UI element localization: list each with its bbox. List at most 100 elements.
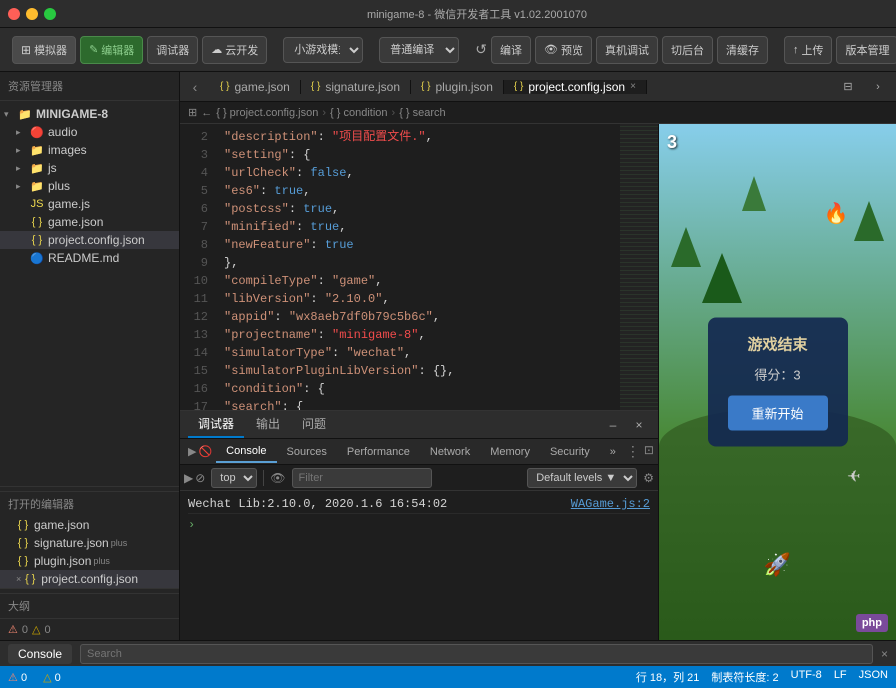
bc-back[interactable]: ← [201,107,212,119]
panel-tab-output[interactable]: 输出 [246,411,290,438]
console-run-icon[interactable]: ▶ [184,471,193,485]
open-editor-projectconfig[interactable]: × { } project.config.json [0,570,179,588]
compile-mode-select[interactable]: 普通编译 [379,37,459,63]
encoding-info[interactable]: UTF-8 [791,669,822,685]
dt-memory[interactable]: Memory [480,442,540,462]
tab-close-icon[interactable]: × [630,81,636,92]
tab-arrows[interactable]: ‹ [180,79,210,95]
bc-part3[interactable]: { } search [399,107,445,119]
restart-button[interactable]: 重新开始 [728,396,828,431]
more-tabs-icon[interactable]: › [864,73,892,101]
real-debug-button[interactable]: 真机调试 [596,36,658,64]
sidebar-item-readme[interactable]: 🔵 README.md [0,249,179,267]
panel-tab-debugger[interactable]: 调试器 [188,411,244,438]
warning-status: △ 0 [43,671,61,684]
panel-close-icon[interactable]: × [628,414,650,436]
console-search-input[interactable] [80,644,873,664]
flame-icon: 🔥 [824,201,849,226]
levels-select[interactable]: Default levels ▼ [527,468,637,488]
editor-button[interactable]: ✎ 编辑器 [80,36,143,64]
tab-signature-label: signature.json [325,80,400,94]
split-editor-icon[interactable]: ⊟ [834,73,862,101]
dt-security[interactable]: Security [540,442,600,462]
sidebar-item-plus[interactable]: ▸ 📁 plus [0,177,179,195]
arrow-icon: ▸ [16,163,30,174]
titlebar: minigame-8 - 微信开发者工具 v1.02.2001070 [0,0,896,28]
panel-tabs: 调试器 输出 问题 – × [180,411,658,439]
game-mode-select[interactable]: 小游戏模式 [283,37,363,63]
panel-controls: – × [602,414,650,436]
devtools-run-icon[interactable]: ▶ [188,445,196,458]
arrow-icon: ▸ [16,127,30,138]
bc-sep2: › [392,107,396,119]
sidebar-item-gamejson[interactable]: { } game.json [0,213,179,231]
preview-button[interactable]: 👁 预览 [535,36,592,64]
tabs-container: ‹ { } game.json { } signature.json { } p… [180,72,896,102]
clear-button[interactable]: 清缓存 [717,36,768,64]
devtools-right: ⋮ ⊡ [626,443,654,460]
bc-part2[interactable]: { } condition [330,107,388,119]
code-line: "minified": true, [224,218,612,236]
console-bar-tab[interactable]: Console [8,644,72,664]
sidebar-item-projectconfig[interactable]: { } project.config.json [0,231,179,249]
plus-badge: plus [111,538,128,548]
devtools-clear-icon[interactable]: 🚫 [198,445,212,458]
console-clear-icon[interactable]: ⊘ [195,471,205,485]
bc-part1[interactable]: { } project.config.json [216,107,318,119]
devtools-settings-icon[interactable]: ⋮ [626,443,640,460]
sidebar-item-js[interactable]: ▸ 📁 js [0,159,179,177]
open-editor-signature[interactable]: { } signature.json plus [0,534,179,552]
console-link[interactable]: WAGame.js:2 [571,497,650,511]
version-button[interactable]: 版本管理 [836,36,896,64]
dt-network[interactable]: Network [420,442,480,462]
code-line: }, [224,254,612,272]
panel-minimize-icon[interactable]: – [602,414,624,436]
php-badge: php [856,614,888,632]
dt-more[interactable]: » [600,442,626,462]
filter-icons: ▶ ⊘ [184,471,205,485]
sidebar-item-audio[interactable]: ▸ 🔴 audio [0,123,179,141]
settings-icon[interactable]: ⚙ [643,471,654,485]
debugger-button[interactable]: 调试器 [147,36,198,64]
tab-plugin[interactable]: { } plugin.json [411,80,504,94]
minimize-button[interactable] [26,8,38,20]
tab-gamejson[interactable]: { } game.json [210,80,301,94]
context-select[interactable]: top [211,468,257,488]
open-editor-plugin[interactable]: { } plugin.json plus [0,552,179,570]
row-col[interactable]: 行 18，列 21 [636,669,700,685]
refresh-icon[interactable]: ↺ [475,36,487,64]
tab-projectconfig[interactable]: { } project.config.json × [504,80,647,94]
close-icon[interactable]: × [16,574,21,584]
code-content[interactable]: "description": "项目配置文件.", "setting": { "… [216,124,620,410]
json-tab-icon4: { } [514,81,523,92]
file-format[interactable]: JSON [859,669,888,685]
eye-icon[interactable]: 👁 [270,471,285,485]
sidebar-item-gamejs[interactable]: JS game.js [0,195,179,213]
dt-performance[interactable]: Performance [337,442,420,462]
console-close-icon[interactable]: × [881,647,888,661]
console-prompt-line: › [188,514,650,536]
sidebar-item-images[interactable]: ▸ 📁 images [0,141,179,159]
bc-arrows[interactable]: ⊞ [188,106,197,119]
compile-button[interactable]: 编译 [491,36,531,64]
indent-info[interactable]: 制表符长度: 2 [711,669,778,685]
error-icon: ⚠ [8,672,18,684]
close-button[interactable] [8,8,20,20]
cut-button[interactable]: 切后台 [662,36,713,64]
filter-input[interactable] [292,468,432,488]
maximize-button[interactable] [44,8,56,20]
devtools-undock-icon[interactable]: ⊡ [644,443,654,460]
dt-console[interactable]: Console [216,441,276,463]
line-ending[interactable]: LF [834,669,847,685]
panel-tab-problems[interactable]: 问题 [292,411,336,438]
project-root[interactable]: ▾ 📁 MINIGAME-8 [0,105,179,123]
bc-sep1: › [322,107,326,119]
upload-button[interactable]: ↑ 上传 [784,36,833,64]
warning-icon: △ [43,672,51,684]
dt-sources[interactable]: Sources [277,442,337,462]
json-icon: { } [16,554,30,568]
tab-signature[interactable]: { } signature.json [301,80,411,94]
open-editor-gamejson[interactable]: { } game.json [0,516,179,534]
simulator-button[interactable]: ⊞ 模拟器 [12,36,76,64]
cloud-button[interactable]: ☁ 云开发 [202,36,267,64]
